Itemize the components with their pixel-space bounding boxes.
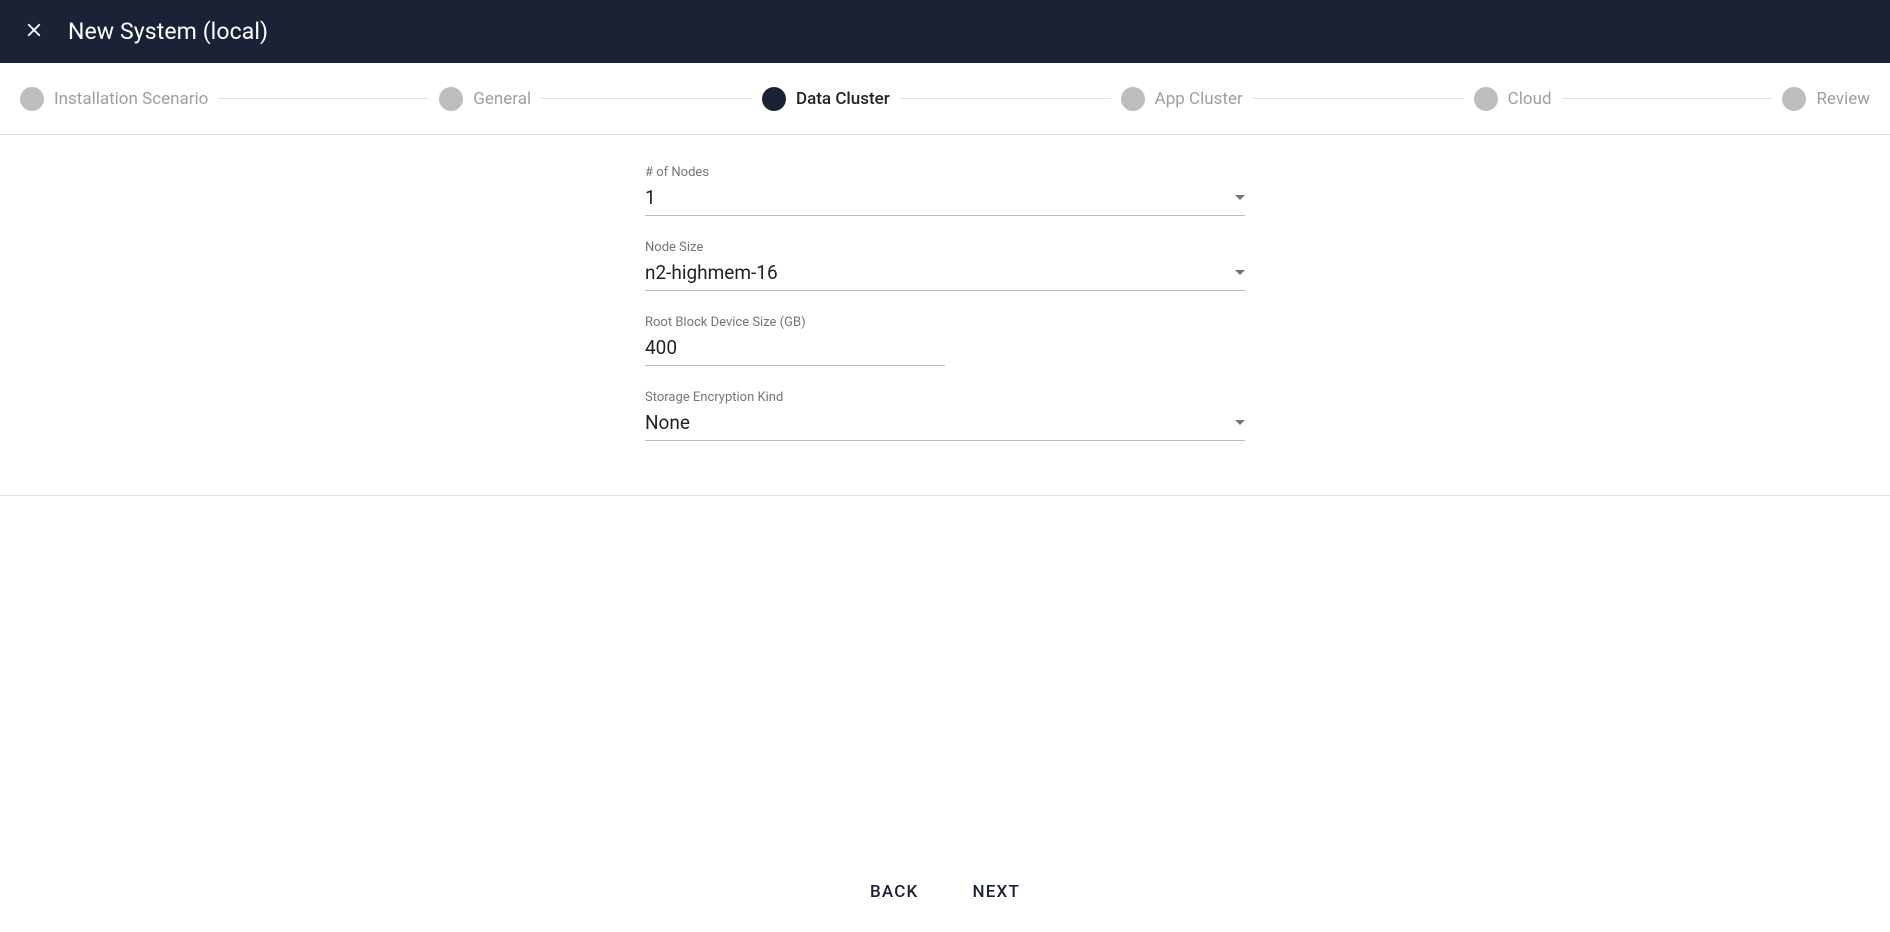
field-label: Node Size — [645, 240, 1245, 255]
step-label: Cloud — [1508, 89, 1552, 109]
step-installation-scenario[interactable]: Installation Scenario — [20, 87, 208, 111]
chevron-down-icon — [1235, 420, 1245, 425]
step-dot — [1474, 87, 1498, 111]
wizard-actions: Back Next — [0, 874, 1890, 910]
step-connector — [541, 98, 752, 99]
close-button[interactable] — [14, 12, 54, 52]
stepper: Installation Scenario General Data Clust… — [0, 63, 1890, 135]
field-num-nodes: # of Nodes 1 — [645, 165, 1245, 216]
page-title: New System (local) — [68, 18, 268, 45]
step-data-cluster[interactable]: Data Cluster — [762, 87, 890, 111]
step-connector — [218, 98, 429, 99]
step-connector — [1253, 98, 1464, 99]
field-root-block-size: Root Block Device Size (GB) — [645, 315, 1245, 366]
step-dot — [439, 87, 463, 111]
step-dot — [1782, 87, 1806, 111]
num-nodes-select[interactable]: 1 — [645, 182, 1245, 216]
storage-encryption-select[interactable]: None — [645, 407, 1245, 441]
field-label: Root Block Device Size (GB) — [645, 315, 1245, 330]
step-dot — [1121, 87, 1145, 111]
step-review[interactable]: Review — [1782, 87, 1870, 111]
step-cloud[interactable]: Cloud — [1474, 87, 1552, 111]
close-icon — [23, 19, 45, 45]
step-label: Review — [1816, 89, 1870, 109]
field-storage-encryption: Storage Encryption Kind None — [645, 390, 1245, 441]
step-label: Data Cluster — [796, 89, 890, 109]
step-dot — [762, 87, 786, 111]
field-value: 1 — [645, 186, 1227, 209]
step-dot — [20, 87, 44, 111]
step-connector — [900, 98, 1111, 99]
root-block-size-input[interactable] — [645, 336, 945, 359]
field-value: None — [645, 411, 1227, 434]
step-general[interactable]: General — [439, 87, 531, 111]
step-label: General — [473, 89, 531, 109]
chevron-down-icon — [1235, 270, 1245, 275]
step-label: App Cluster — [1155, 89, 1243, 109]
step-label: Installation Scenario — [54, 89, 208, 109]
field-node-size: Node Size n2-highmem-16 — [645, 240, 1245, 291]
node-size-select[interactable]: n2-highmem-16 — [645, 257, 1245, 291]
root-block-size-input-wrap — [645, 332, 945, 366]
step-connector — [1562, 98, 1773, 99]
chevron-down-icon — [1235, 195, 1245, 200]
back-button[interactable]: Back — [858, 874, 931, 910]
step-app-cluster[interactable]: App Cluster — [1121, 87, 1243, 111]
field-value: n2-highmem-16 — [645, 261, 1227, 284]
next-button[interactable]: Next — [960, 874, 1032, 910]
field-label: # of Nodes — [645, 165, 1245, 180]
app-bar: New System (local) — [0, 0, 1890, 63]
form-panel: # of Nodes 1 Node Size n2-highmem-16 Roo… — [0, 135, 1890, 496]
field-label: Storage Encryption Kind — [645, 390, 1245, 405]
